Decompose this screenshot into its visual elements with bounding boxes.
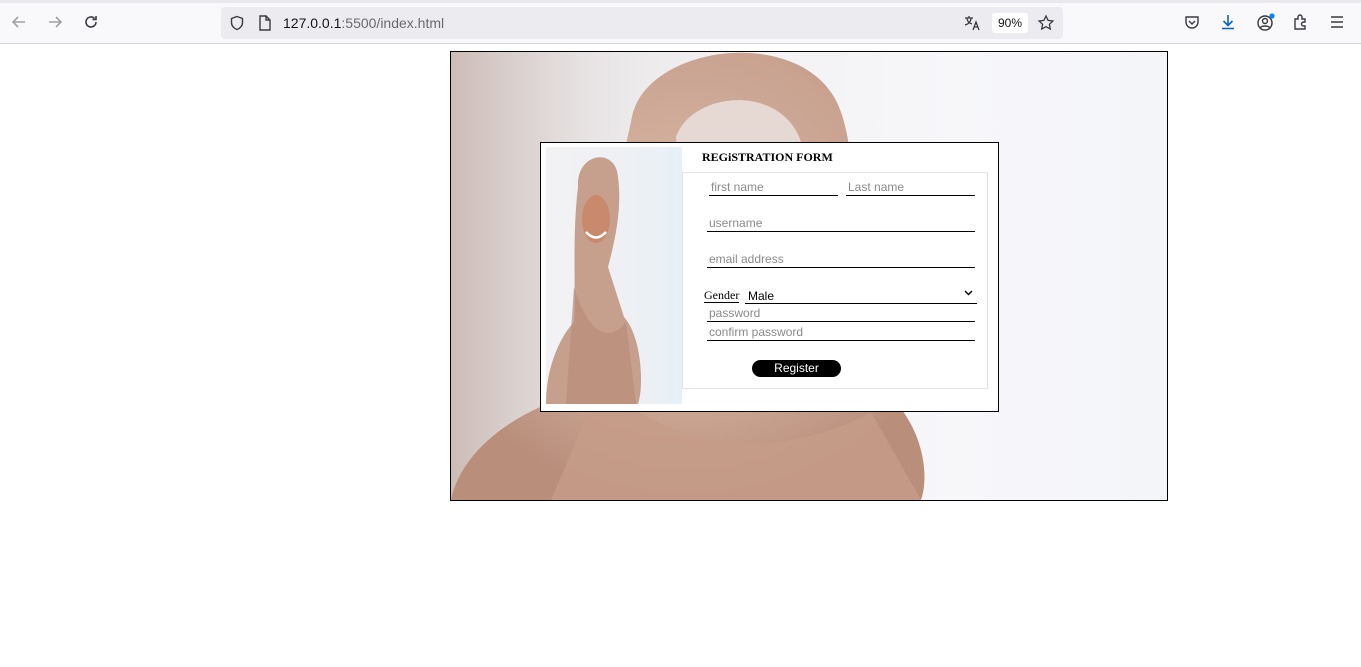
back-button[interactable] (8, 11, 30, 33)
bookmark-star-icon[interactable] (1037, 14, 1055, 32)
page-icon[interactable] (257, 15, 273, 31)
first-name-placeholder: first name (711, 180, 764, 194)
email-input[interactable]: email address (707, 251, 975, 268)
zoom-level-badge[interactable]: 90% (992, 13, 1029, 33)
download-icon[interactable] (1219, 13, 1237, 31)
translate-icon[interactable] (963, 14, 981, 32)
gender-selected-value: Male (748, 289, 775, 303)
last-name-placeholder: Last name (848, 180, 905, 194)
confirm-password-placeholder: confirm password (709, 325, 804, 339)
reload-button[interactable] (80, 11, 102, 33)
password-placeholder: password (709, 306, 761, 320)
first-name-input[interactable]: first name (709, 179, 838, 196)
account-icon[interactable] (1256, 12, 1276, 32)
url-text[interactable]: 127.0.0.1:5500/index.html (283, 15, 444, 31)
username-input[interactable]: username (707, 215, 975, 232)
forward-button[interactable] (44, 11, 66, 33)
register-button[interactable]: Register (752, 360, 841, 377)
menu-icon[interactable] (1328, 13, 1346, 31)
username-placeholder: username (709, 216, 763, 230)
tab-strip (0, 0, 1361, 3)
browser-toolbar: 127.0.0.1:5500/index.html 90% (0, 0, 1361, 44)
email-placeholder: email address (709, 252, 784, 266)
url-host: 127.0.0.1 (283, 15, 342, 31)
woman-portrait-illustration (546, 157, 642, 404)
gender-label: Gender (704, 288, 740, 303)
registration-form-card: REGiSTRATION FORM first name Last name u… (540, 142, 999, 412)
url-path: :5500/index.html (341, 15, 445, 31)
chevron-down-icon (964, 288, 973, 300)
gender-select[interactable]: Male (745, 287, 977, 304)
last-name-input[interactable]: Last name (846, 179, 975, 196)
pocket-icon[interactable] (1183, 13, 1201, 31)
confirm-password-input[interactable]: confirm password (707, 324, 975, 341)
shield-icon[interactable] (229, 15, 245, 31)
password-input[interactable]: password (707, 305, 975, 322)
extensions-icon[interactable] (1292, 13, 1310, 31)
back-arrow-icon (11, 16, 25, 28)
form-title: REGiSTRATION FORM (702, 150, 833, 164)
profile-photo (546, 147, 682, 404)
reload-icon (85, 16, 97, 28)
address-bar[interactable]: 127.0.0.1:5500/index.html 90% (221, 7, 1063, 39)
form-fields-panel (682, 172, 988, 389)
forward-arrow-icon (49, 16, 63, 28)
